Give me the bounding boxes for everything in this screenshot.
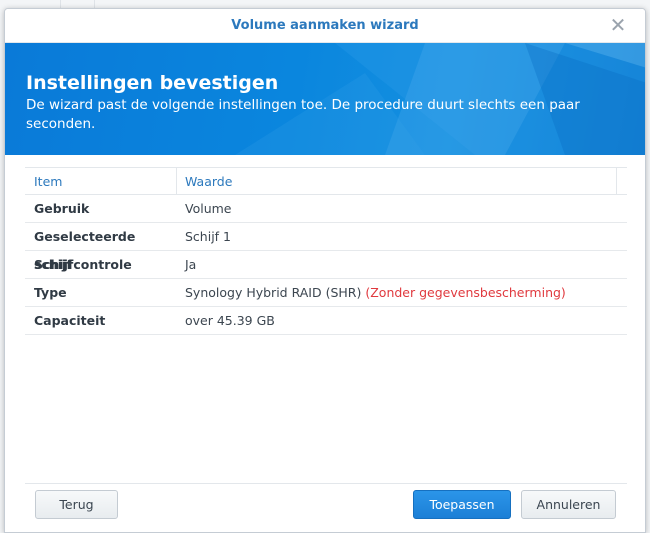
banner-heading: Instellingen bevestigen [26,72,279,94]
table-row: Type Synology Hybrid RAID (SHR) (Zonder … [25,279,627,307]
column-header-item[interactable]: Item [25,168,177,194]
row-value: Schijf 1 [177,223,627,250]
row-value-text: Ja [185,257,197,272]
row-item: Geselecteerde schijf [34,229,136,272]
banner-description: De wizard past de volgende instellingen … [26,97,580,132]
header-banner: Instellingen bevestigen De wizard past d… [5,43,645,155]
row-item: Type [34,285,67,300]
table-row: Gebruik Volume [25,195,627,223]
table-row: Capaciteit over 45.39 GB [25,307,627,335]
row-value: over 45.39 GB [177,307,627,334]
row-value: Volume [177,195,627,222]
row-value-text: Synology Hybrid RAID (SHR) [185,285,362,300]
row-item: Capaciteit [34,313,106,328]
row-item: Gebruik [34,201,90,216]
data-protection-warning: (Zonder gegevensbescherming) [365,285,566,300]
title-bar: Volume aanmaken wizard ✕ [5,9,645,43]
footer-divider [25,483,627,484]
wizard-dialog: Volume aanmaken wizard ✕ Instellingen be… [4,8,646,533]
settings-table: Item Waarde Gebruik Volume Geselecteerde… [25,167,627,335]
table-header: Item Waarde [25,167,627,195]
row-value-text: Schijf 1 [185,229,232,244]
row-item: Schijfcontrole [34,257,132,272]
back-button[interactable]: Terug [35,490,118,519]
table-row: Schijfcontrole Ja [25,251,627,279]
table-row: Geselecteerde schijf Schijf 1 [25,223,627,272]
apply-button[interactable]: Toepassen [413,490,511,519]
cancel-button[interactable]: Annuleren [521,490,616,519]
column-header-value[interactable]: Waarde [177,168,617,194]
row-value-text: Volume [185,201,232,216]
dialog-title: Volume aanmaken wizard [231,18,419,33]
row-value: Synology Hybrid RAID (SHR) (Zonder gegev… [177,279,627,306]
row-value-text: over 45.39 GB [185,313,275,328]
close-icon[interactable]: ✕ [607,14,629,36]
row-value: Ja [177,251,627,278]
